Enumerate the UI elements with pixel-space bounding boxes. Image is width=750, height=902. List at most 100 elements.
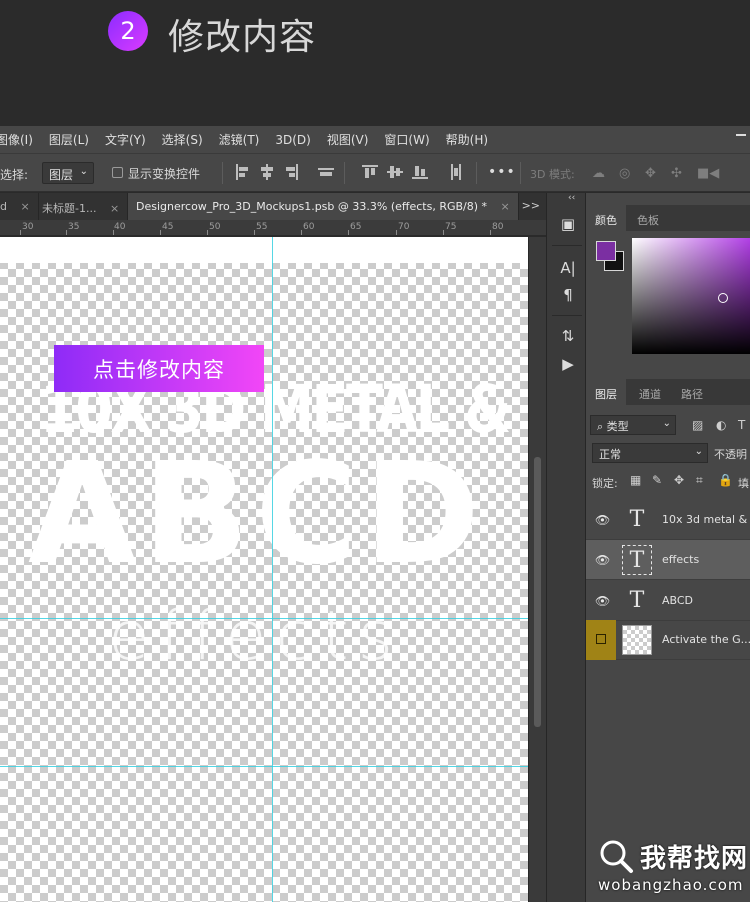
- close-icon[interactable]: ×: [20, 200, 29, 213]
- blend-mode-value: 正常: [599, 448, 621, 461]
- align-vcenter-icon[interactable]: [387, 164, 403, 180]
- menu-3d[interactable]: 3D(D): [267, 133, 318, 147]
- color-picker-cursor[interactable]: [718, 293, 728, 303]
- eye-icon[interactable]: 👁: [595, 513, 610, 527]
- menu-filter[interactable]: 滤镜(T): [211, 131, 268, 148]
- tab-label: 未标题-1...: [42, 202, 97, 215]
- play-icon[interactable]: ▶: [559, 355, 577, 373]
- align-right-icon[interactable]: [284, 164, 300, 180]
- align-hcenter-icon[interactable]: [259, 164, 275, 180]
- ruler-label: 70: [398, 222, 410, 232]
- tab-designercow-mockup[interactable]: Designercow_Pro_3D_Mockups1.psb @ 33.3% …: [128, 193, 519, 220]
- step-number-badge: 2: [108, 11, 148, 51]
- menu-window[interactable]: 窗口(W): [376, 131, 437, 148]
- tab-label: Designercow_Pro_3D_Mockups1.psb @ 33.3% …: [136, 200, 488, 213]
- menu-type[interactable]: 文字(Y): [97, 131, 154, 148]
- collapse-panels-icon[interactable]: ‹‹: [568, 193, 575, 203]
- layers-panel-tabs: 图层 通道 路径: [586, 379, 750, 405]
- menu-help[interactable]: 帮助(H): [438, 131, 496, 148]
- menu-select[interactable]: 选择(S): [154, 131, 211, 148]
- 3d-slide-icon[interactable]: ✣: [671, 166, 682, 181]
- text-layer-icon: T: [629, 588, 645, 613]
- tab-paths[interactable]: 路径: [672, 379, 712, 405]
- canvas-area[interactable]: 10X 3D METAL & ABCD effects 点击修改内容: [0, 237, 546, 902]
- align-bottom-icon[interactable]: [412, 164, 428, 180]
- panel-tool-strip: ▣ A| ¶ ⇅ ▶: [546, 193, 586, 902]
- chevron-down-icon: ⌄: [662, 418, 671, 429]
- lock-transparent-icon[interactable]: ▦: [630, 473, 641, 487]
- layer-row[interactable]: 👁 T ABCD: [586, 581, 750, 621]
- align-left-icon[interactable]: [234, 164, 250, 180]
- canvas-text-abcd[interactable]: ABCD: [28, 445, 486, 585]
- foreground-color-swatch[interactable]: [596, 241, 616, 261]
- more-options-button[interactable]: •••: [488, 164, 516, 180]
- layer-row[interactable]: 👁 T 10x 3d metal &: [586, 500, 750, 540]
- eye-icon[interactable]: 👁: [595, 594, 610, 608]
- character-panel-icon[interactable]: A|: [559, 259, 577, 277]
- canvas-text-effects[interactable]: effects: [108, 603, 402, 671]
- distribute-icon[interactable]: [448, 164, 464, 180]
- tab-previous-document[interactable]: d ×: [0, 193, 39, 220]
- menu-layer[interactable]: 图层(L): [41, 131, 97, 148]
- 3d-panel-icon[interactable]: ▣: [559, 215, 577, 233]
- tutorial-header: 2 修改内容: [0, 0, 750, 126]
- horizontal-ruler[interactable]: 30 35 40 45 50 55 60 65 70 75 80: [0, 220, 546, 236]
- horizontal-guide[interactable]: [0, 766, 528, 767]
- tab-channels[interactable]: 通道: [630, 379, 670, 405]
- lock-brush-icon[interactable]: ✎: [652, 473, 662, 487]
- 3d-scale-icon[interactable]: ■◀: [697, 166, 719, 181]
- minimize-icon[interactable]: [736, 134, 746, 136]
- close-icon[interactable]: ×: [110, 202, 119, 215]
- magnifier-logo-icon: [600, 840, 633, 873]
- chevron-down-icon: ⌄: [694, 446, 703, 457]
- eye-icon[interactable]: 👁: [595, 553, 610, 567]
- fill-label[interactable]: 填: [738, 475, 749, 491]
- divider: [552, 315, 582, 316]
- separator: [520, 162, 521, 184]
- lock-artboard-icon[interactable]: ⌗: [696, 473, 703, 488]
- auto-select-dropdown[interactable]: 图层 ⌄: [42, 162, 94, 184]
- filter-adjustment-icon[interactable]: ◐: [716, 418, 726, 432]
- lock-position-icon[interactable]: ✥: [674, 473, 684, 487]
- tab-layers[interactable]: 图层: [586, 379, 626, 405]
- ruler-label: 75: [445, 222, 457, 232]
- close-icon[interactable]: ×: [501, 200, 510, 213]
- align-top-icon[interactable]: [362, 164, 378, 180]
- tab-swatches[interactable]: 色板: [628, 205, 668, 231]
- layer-filter-dropdown[interactable]: ⌕ 类型 ⌄: [590, 415, 676, 435]
- lock-all-icon[interactable]: 🔒: [718, 473, 733, 487]
- horizontal-guide[interactable]: [0, 618, 528, 619]
- 3d-pan-icon[interactable]: ✥: [645, 166, 656, 181]
- visibility-toggle[interactable]: [586, 620, 616, 660]
- filter-image-icon[interactable]: ▨: [692, 418, 703, 432]
- 3d-orbit-icon[interactable]: ☁: [592, 166, 605, 181]
- vertical-scrollbar[interactable]: [529, 237, 546, 902]
- menu-image[interactable]: 图像(I): [0, 131, 41, 148]
- show-transform-checkbox[interactable]: [112, 167, 123, 178]
- image-layer-thumbnail: [622, 625, 652, 655]
- menu-view[interactable]: 视图(V): [319, 131, 377, 148]
- tab-overflow-button[interactable]: >>: [522, 199, 540, 212]
- tab-color[interactable]: 颜色: [586, 205, 626, 231]
- color-picker-field[interactable]: [632, 238, 750, 354]
- tab-untitled-1[interactable]: 未标题-1... ×: [34, 193, 129, 220]
- align-top-edge-icon[interactable]: [318, 164, 334, 180]
- layer-name: effects: [662, 553, 700, 566]
- ruler-label: 35: [68, 222, 80, 232]
- layer-row[interactable]: Activate the G...s!: [586, 620, 750, 660]
- click-to-edit-button[interactable]: 点击修改内容: [54, 345, 264, 392]
- layer-filter-value: 类型: [606, 420, 629, 433]
- filter-type-icon[interactable]: T: [738, 418, 745, 432]
- ruler-label: 55: [256, 222, 268, 232]
- opacity-label[interactable]: 不透明: [714, 446, 747, 462]
- timeline-icon[interactable]: ⇅: [559, 327, 577, 345]
- blend-mode-dropdown[interactable]: 正常 ⌄: [592, 443, 708, 463]
- show-transform-label: 显示变换控件: [128, 167, 201, 181]
- vertical-guide[interactable]: [272, 237, 273, 902]
- paragraph-icon[interactable]: ¶: [559, 286, 577, 304]
- layer-row-selected[interactable]: 👁 T effects: [586, 540, 750, 580]
- text-layer-icon: T: [629, 507, 645, 532]
- scrollbar-thumb[interactable]: [534, 457, 541, 727]
- 3d-roll-icon[interactable]: ◎: [619, 166, 630, 181]
- document-canvas[interactable]: 10X 3D METAL & ABCD effects 点击修改内容: [0, 237, 528, 902]
